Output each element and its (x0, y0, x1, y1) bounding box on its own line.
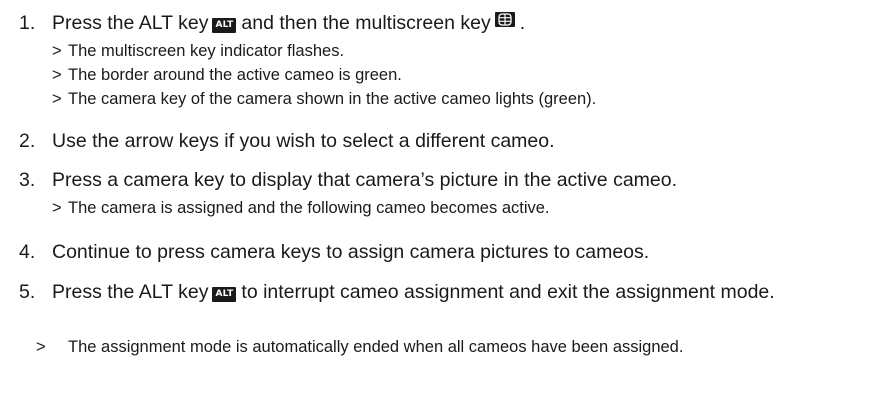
step-result: > The multiscreen key indicator flashes. (52, 42, 345, 60)
result-marker: > (52, 66, 62, 84)
result-marker: > (52, 90, 62, 108)
step-number: 1. (19, 12, 36, 34)
step-number: 2. (19, 130, 36, 152)
alt-key-icon: ALT (212, 287, 237, 302)
step-result: > The camera key of the camera shown in t… (52, 90, 597, 108)
instruction-document: 1. Press the ALT key ALT and then the mult… (0, 0, 882, 394)
step-number: 4. (19, 241, 36, 263)
step-text: Use the arrow keys if you wish to select… (52, 130, 555, 152)
step-number: 5. (19, 281, 36, 303)
step-text: Press the ALT key ALT and then the multisc… (52, 12, 526, 34)
step-result: > The assignment mode is automatically en… (36, 338, 684, 356)
step-text: Continue to press camera keys to assign … (52, 241, 650, 263)
result-marker: > (52, 42, 62, 60)
step-text: Press a camera key to display that camer… (52, 169, 678, 191)
alt-key-icon: ALT (212, 18, 237, 33)
step-text: Press the ALT key ALT to interrupt cameo a… (52, 281, 775, 303)
step-result: > The border around the active cameo is g… (52, 66, 402, 84)
result-marker: > (36, 338, 46, 356)
step-number: 3. (19, 169, 36, 191)
multiscreen-key-icon (494, 12, 515, 27)
step-result: > The camera is assigned and the followin… (52, 199, 550, 217)
result-marker: > (52, 199, 62, 217)
